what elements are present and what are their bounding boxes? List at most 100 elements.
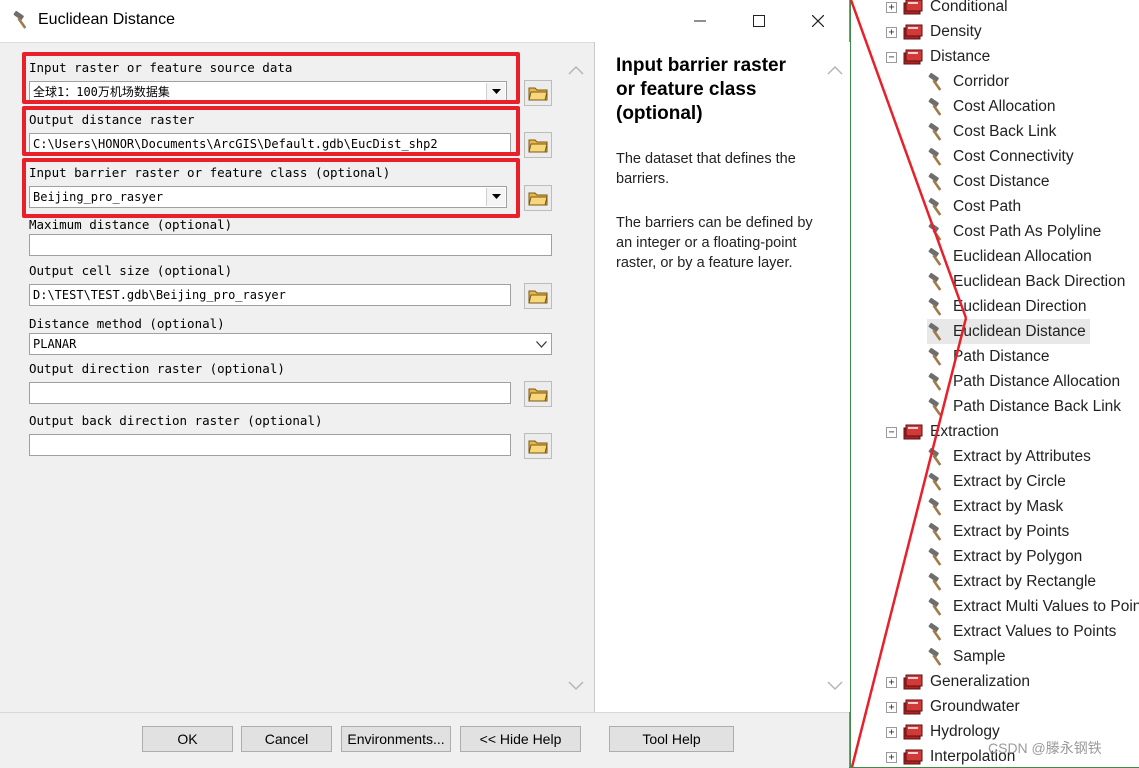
hammer-icon: [927, 297, 947, 317]
minimize-button[interactable]: [671, 0, 729, 42]
close-icon: [812, 15, 824, 27]
hammer-icon: [927, 97, 947, 117]
tool-item[interactable]: Cost Allocation: [927, 94, 1056, 119]
toolbox-icon: [903, 748, 923, 766]
browse-back-direction-button[interactable]: [524, 433, 552, 459]
output-cell-size-value: D:\TEST\TEST.gdb\Beijing_pro_rasyer: [33, 288, 286, 302]
help-pane: Input barrier raster or feature class (o…: [594, 42, 850, 712]
tool-item[interactable]: Sample: [927, 644, 1006, 669]
collapse-toggle-icon[interactable]: −: [886, 52, 897, 63]
toolset-item[interactable]: Extraction: [903, 419, 999, 444]
tree-item-label: Sample: [953, 647, 1006, 665]
hammer-icon: [927, 372, 947, 392]
hammer-icon: [927, 522, 947, 542]
collapse-toggle-icon[interactable]: −: [886, 427, 897, 438]
tool-item[interactable]: Cost Path: [927, 194, 1021, 219]
tree-item-label: Euclidean Distance: [953, 322, 1086, 340]
tool-item[interactable]: Path Distance Allocation: [927, 369, 1120, 394]
chevron-down-icon[interactable]: [532, 335, 550, 353]
toolset-item[interactable]: Hydrology: [903, 719, 1000, 744]
toolbox-icon: [903, 723, 923, 741]
toolset-item[interactable]: Density: [903, 19, 982, 44]
tool-item[interactable]: Euclidean Back Direction: [927, 269, 1125, 294]
output-direction-raster-input[interactable]: [29, 382, 511, 404]
tool-item[interactable]: Extract by Rectangle: [927, 569, 1096, 594]
help-scroll-down-icon[interactable]: [827, 678, 843, 696]
expand-toggle-icon[interactable]: +: [886, 27, 897, 38]
tool-item[interactable]: Cost Path As Polyline: [927, 219, 1101, 244]
close-button[interactable]: [789, 0, 847, 42]
expand-toggle-icon[interactable]: +: [886, 677, 897, 688]
tool-item[interactable]: Corridor: [927, 69, 1009, 94]
button-bar: OK Cancel Environments... << Hide Help T…: [0, 712, 849, 768]
tree-item-label: Conditional: [930, 0, 1008, 15]
help-scroll-up-icon[interactable]: [827, 62, 843, 80]
tool-item[interactable]: Extract by Points: [927, 519, 1069, 544]
output-cell-size-input[interactable]: D:\TEST\TEST.gdb\Beijing_pro_rasyer: [29, 284, 511, 306]
tool-dialog: Euclidean Distance Input raster or featu…: [0, 0, 850, 768]
expand-toggle-icon[interactable]: +: [886, 727, 897, 738]
hammer-icon: [927, 622, 947, 642]
environments-button[interactable]: Environments...: [341, 726, 451, 752]
tool-item[interactable]: Extract Multi Values to Points: [927, 594, 1139, 619]
folder-icon: [528, 290, 548, 304]
browse-output-distance-button[interactable]: [524, 132, 552, 158]
hammer-icon: [13, 10, 27, 29]
hide-help-button[interactable]: << Hide Help: [460, 726, 581, 752]
expand-toggle-icon[interactable]: +: [886, 2, 897, 13]
distance-method-value: PLANAR: [33, 337, 77, 351]
toolset-item[interactable]: Groundwater: [903, 694, 1020, 719]
tool-item[interactable]: Path Distance: [927, 344, 1050, 369]
toolset-item[interactable]: Distance: [903, 44, 990, 69]
output-back-direction-raster-input[interactable]: [29, 434, 511, 456]
folder-icon: [528, 192, 548, 206]
toolbox-icon: [903, 423, 923, 441]
title-bar[interactable]: Euclidean Distance: [0, 0, 849, 43]
tool-item[interactable]: Cost Connectivity: [927, 144, 1074, 169]
toolset-item[interactable]: Conditional: [903, 0, 1008, 19]
scroll-up-icon[interactable]: [568, 62, 584, 78]
browse-direction-button[interactable]: [524, 381, 552, 407]
tree-item-label: Distance: [930, 47, 991, 65]
param-label-max-distance: Maximum distance (optional): [29, 217, 233, 232]
tool-item[interactable]: Euclidean Direction: [927, 294, 1087, 319]
tree-item-label: Path Distance Allocation: [953, 372, 1121, 390]
param-label-back-direction: Output back direction raster (optional): [29, 413, 323, 428]
scroll-down-icon[interactable]: [568, 678, 584, 694]
tool-item[interactable]: Euclidean Allocation: [927, 244, 1092, 269]
toolbox-icon: [903, 23, 923, 41]
toolbox-tree: + Conditional + Density − Distance Corridor Cos…: [851, 0, 1139, 767]
tree-item-label: Extract by Points: [953, 522, 1070, 540]
expand-toggle-icon[interactable]: +: [886, 702, 897, 713]
tool-item[interactable]: Extract by Mask: [927, 494, 1063, 519]
hammer-icon: [927, 247, 947, 267]
tool-item[interactable]: Cost Distance: [927, 169, 1049, 194]
tool-item[interactable]: Path Distance Back Link: [927, 394, 1121, 419]
maximize-button[interactable]: [730, 0, 788, 42]
folder-icon: [528, 388, 548, 402]
ok-button[interactable]: OK: [142, 726, 233, 752]
tool-help-button[interactable]: Tool Help: [609, 726, 734, 752]
toolbox-icon: [903, 0, 923, 16]
tree-item-label: Groundwater: [930, 697, 1020, 715]
toolset-item[interactable]: Generalization: [903, 669, 1030, 694]
expand-toggle-icon[interactable]: +: [886, 752, 897, 763]
help-title: Input barrier raster or feature class (o…: [616, 55, 786, 124]
tool-item[interactable]: Extract Values to Points: [927, 619, 1116, 644]
tool-item[interactable]: Euclidean Distance: [927, 319, 1090, 344]
tree-item-label: Extract Multi Values to Points: [953, 597, 1139, 615]
hammer-icon: [927, 72, 947, 92]
tool-item[interactable]: Cost Back Link: [927, 119, 1056, 144]
cancel-button[interactable]: Cancel: [241, 726, 332, 752]
window-title: Euclidean Distance: [38, 11, 175, 28]
browse-input-raster-button[interactable]: [524, 80, 552, 106]
tool-item[interactable]: Extract by Polygon: [927, 544, 1082, 569]
distance-method-select[interactable]: PLANAR: [29, 333, 552, 355]
browse-cell-size-button[interactable]: [524, 283, 552, 309]
browse-barrier-button[interactable]: [524, 185, 552, 211]
hammer-icon: [927, 547, 947, 567]
maximum-distance-input[interactable]: [29, 234, 552, 256]
tree-item-label: Cost Path: [953, 197, 1022, 215]
tool-item[interactable]: Extract by Attributes: [927, 444, 1091, 469]
tool-item[interactable]: Extract by Circle: [927, 469, 1066, 494]
